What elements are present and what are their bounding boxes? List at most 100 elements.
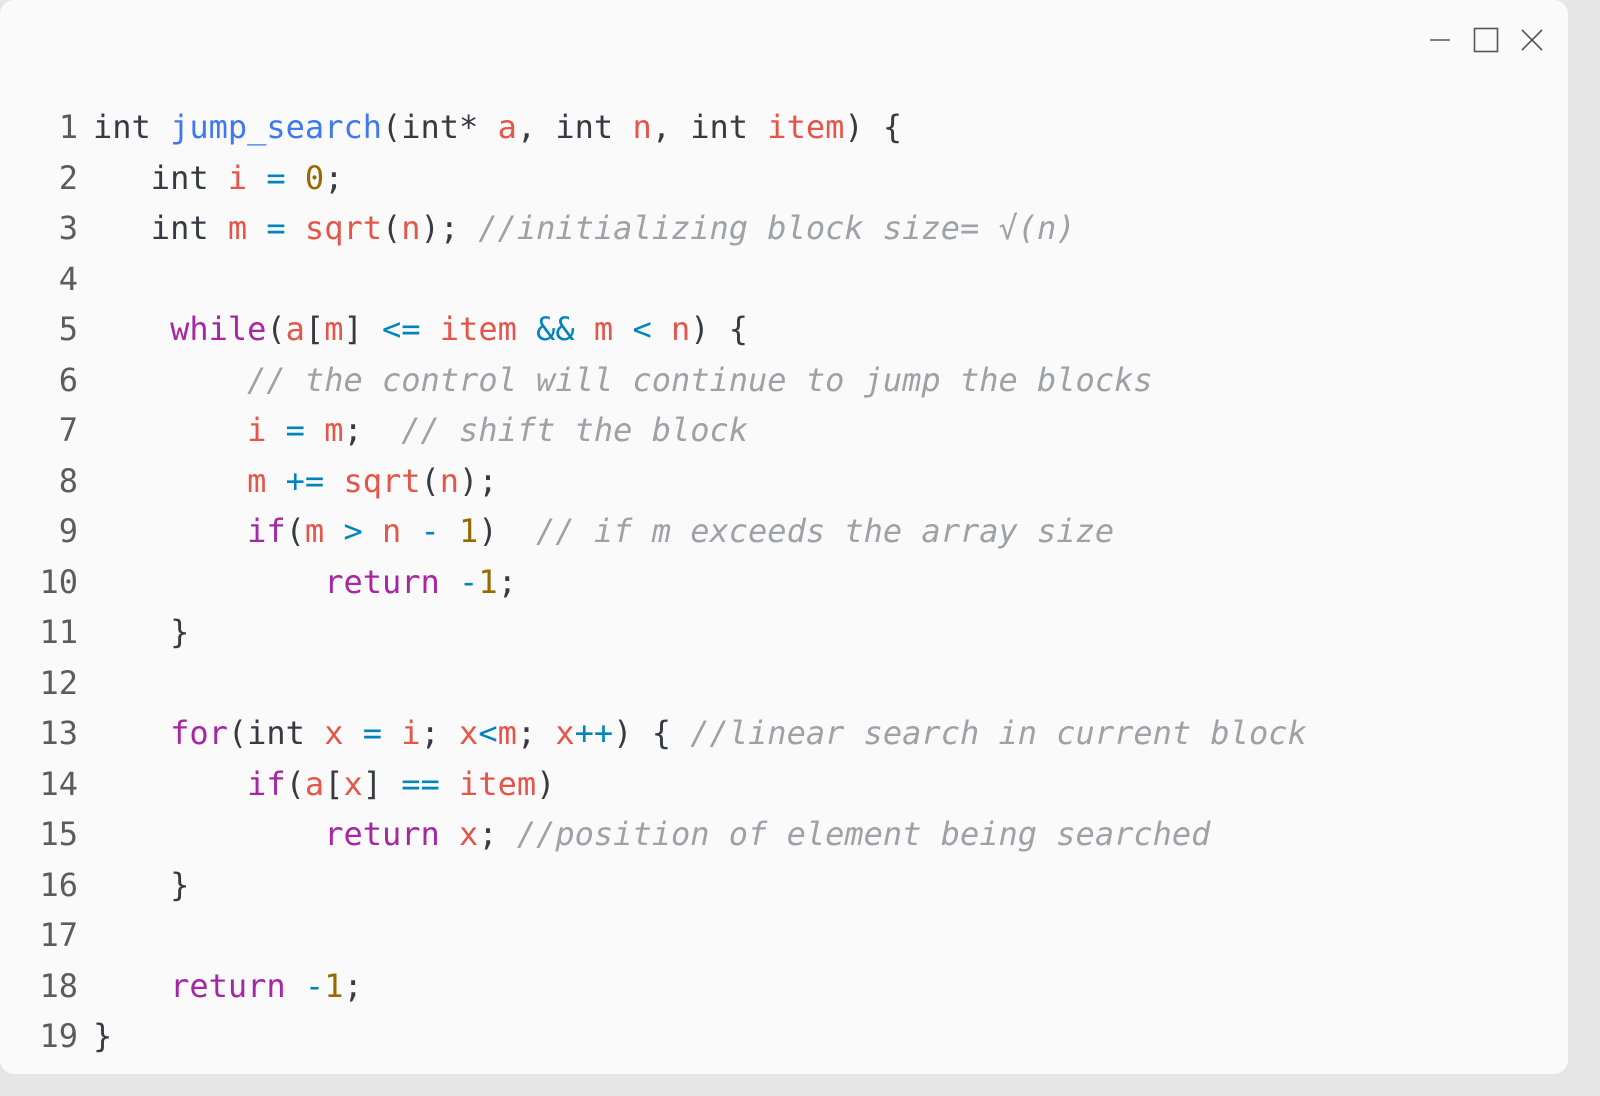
code-token: ; (420, 714, 460, 752)
code-token: int (93, 108, 151, 146)
code-line: 1 int jump_search(int* a, int n, int item… (0, 102, 1568, 153)
code-token: if (247, 764, 286, 803)
line-number: 4 (58, 259, 78, 298)
minimize-button[interactable] (1426, 26, 1454, 54)
code-token: a (285, 310, 305, 348)
code-line: 19} (0, 1011, 1568, 1062)
line-number: 13 (39, 714, 78, 752)
code-token: a (304, 764, 325, 803)
code-token: ( (285, 764, 305, 803)
code-token: = (362, 714, 382, 752)
code-text: return x; //position of element being se… (78, 809, 1210, 860)
code-line: 3 int m = sqrt(n); //initializing block … (0, 203, 1568, 254)
code-token: += (285, 461, 325, 500)
code-token: n (632, 108, 652, 146)
code-token: - (420, 512, 440, 550)
code-token: - (459, 562, 479, 601)
code-comment: // the control will continue to jump the… (247, 360, 1153, 399)
code-line: 10 return -1; (0, 557, 1568, 608)
code-token: if (247, 512, 286, 550)
code-token: - (304, 966, 325, 1005)
code-line: 17 (0, 910, 1568, 961)
code-token: ); (420, 209, 479, 247)
maximize-icon (1473, 27, 1499, 53)
code-token: int (690, 108, 749, 146)
code-token: ( (381, 209, 402, 247)
line-number: 1 (58, 108, 78, 146)
code-text: } (78, 607, 189, 658)
code-line: 15 return x; //position of element being… (0, 809, 1568, 860)
code-token: n (381, 512, 402, 550)
code-text: while(a[m] <= item && m < n) { (78, 304, 748, 355)
code-token: 1 (478, 562, 498, 601)
code-token: int (150, 209, 209, 247)
code-text: } (78, 860, 189, 911)
line-number: 19 (39, 1017, 78, 1055)
code-token: ( (420, 461, 440, 500)
code-token: x (324, 714, 344, 752)
code-line: 8 m += sqrt(n); (0, 456, 1568, 507)
code-token: sqrt (343, 461, 421, 500)
code-token: <= (381, 310, 421, 348)
line-number: 17 (39, 916, 78, 954)
code-token: sqrt (304, 209, 382, 247)
code-token: = (266, 158, 286, 197)
code-token: ] (362, 764, 402, 803)
code-token: item (459, 764, 537, 803)
code-line: 4 (0, 254, 1568, 305)
code-text: int m = sqrt(n); //initializing block si… (78, 203, 1076, 254)
code-line: 6 // the control will continue to jump t… (0, 355, 1568, 406)
code-token: int (555, 108, 614, 146)
code-token: < (632, 310, 652, 348)
code-editor[interactable]: 1 int jump_search(int* a, int n, int item… (0, 102, 1568, 1062)
code-token: ] (343, 310, 382, 348)
code-token: i (401, 714, 421, 752)
code-token: , (651, 108, 691, 146)
line-number: 12 (39, 663, 78, 702)
code-text: // the control will continue to jump the… (78, 355, 1153, 406)
code-comment: //initializing block size= √(n) (478, 209, 1076, 247)
code-token: [ (324, 764, 344, 803)
code-text: m += sqrt(n); (78, 456, 497, 507)
code-token: ; (516, 714, 556, 752)
maximize-button[interactable] (1472, 26, 1500, 54)
line-number: 11 (39, 613, 78, 651)
close-button[interactable] (1518, 26, 1546, 54)
code-token: ( (227, 714, 248, 752)
code-token: ; (497, 562, 517, 601)
code-token: m (247, 461, 267, 500)
line-number: 8 (58, 461, 78, 500)
code-token: 1 (459, 512, 479, 550)
code-token: n (439, 461, 460, 500)
code-token: return (170, 966, 286, 1005)
code-token: ( (266, 310, 286, 348)
code-token: > (343, 512, 363, 550)
line-number: 5 (58, 310, 78, 348)
code-token: } (93, 613, 190, 651)
code-line: 13 for(int x = i; x<m; x++) { //linear s… (0, 708, 1568, 759)
line-number: 16 (39, 865, 78, 904)
line-number: 9 (58, 512, 78, 550)
code-line: 18 return -1; (0, 961, 1568, 1012)
window-controls (1426, 26, 1546, 54)
code-token: m (497, 714, 517, 752)
